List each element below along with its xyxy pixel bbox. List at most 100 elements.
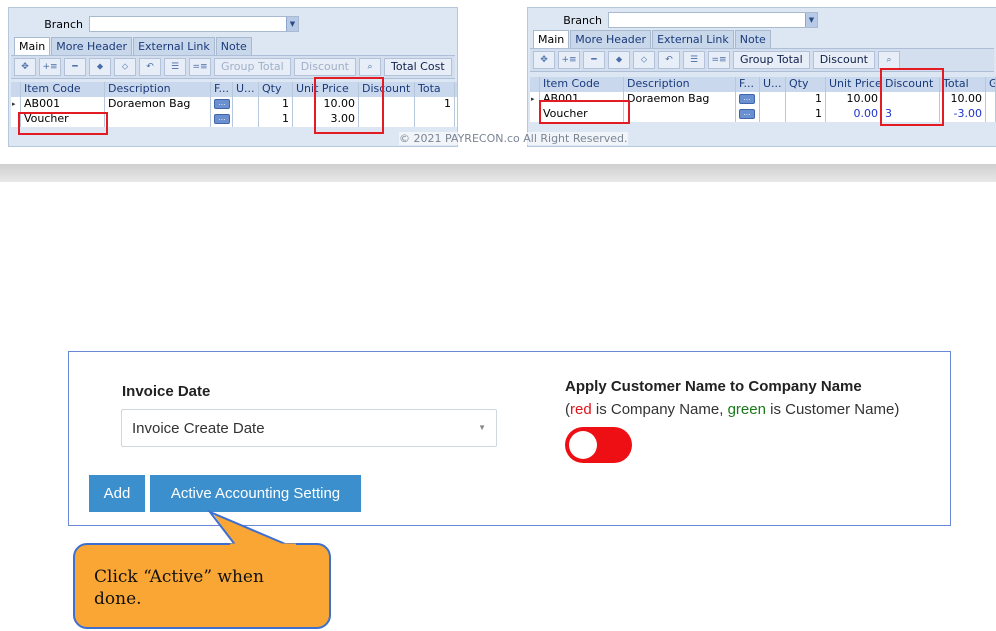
list-icon[interactable]: ☰ [164, 58, 186, 76]
cell-item-code[interactable]: AB001 [21, 97, 105, 112]
total-cost-button[interactable]: Total Cost [383, 58, 452, 76]
cell-f[interactable]: … [736, 92, 760, 107]
subtotal-icon[interactable]: =≡ [189, 58, 211, 76]
col-description[interactable]: Description [105, 82, 211, 97]
col-item-code[interactable]: Item Code [21, 82, 105, 97]
cell-total[interactable]: -3.00 [940, 107, 986, 122]
cell-u[interactable] [760, 107, 786, 122]
current-row-icon: ▸ [11, 97, 21, 112]
highlight-discount [880, 68, 944, 126]
accounting-settings-card: Invoice Date Invoice Create Date ▼ Apply… [68, 351, 951, 526]
move-up-icon[interactable]: ⬦ [633, 51, 655, 69]
insert-row-icon[interactable]: +≡ [39, 58, 61, 76]
cell-f[interactable]: … [211, 112, 233, 127]
cell-description[interactable] [624, 107, 736, 122]
cell-f[interactable]: … [736, 107, 760, 122]
cell-u[interactable] [233, 97, 259, 112]
toggle-knob [569, 431, 597, 459]
invoice-date-select[interactable]: Invoice Create Date ▼ [121, 409, 497, 447]
highlight-voucher-right [539, 100, 630, 124]
col-qty[interactable]: Qty [259, 82, 293, 97]
branch-select[interactable]: ▼ [608, 12, 818, 28]
branch-select[interactable]: ▼ [89, 16, 299, 32]
tab-more-header[interactable]: More Header [570, 30, 652, 48]
col-unit-price[interactable]: Unit Price [826, 77, 882, 92]
chevron-down-icon: ▼ [478, 423, 486, 432]
ellipsis-icon[interactable]: … [214, 114, 230, 124]
col-f[interactable]: F... [211, 82, 233, 97]
tab-external-link[interactable]: External Link [133, 37, 215, 55]
apply-customer-name-title: Apply Customer Name to Company Name [565, 378, 862, 395]
undo-icon[interactable]: ↶ [658, 51, 680, 69]
branch-label: Branch [44, 17, 83, 31]
list-icon[interactable]: ☰ [683, 51, 705, 69]
cell-qty[interactable]: 1 [259, 97, 293, 112]
invoice-date-label: Invoice Date [122, 383, 211, 400]
col-qty[interactable]: Qty [786, 77, 826, 92]
move-up-icon[interactable]: ⬦ [114, 58, 136, 76]
chevron-down-icon[interactable]: ▼ [286, 17, 298, 31]
cell-qty[interactable]: 1 [786, 107, 826, 122]
ellipsis-icon[interactable]: … [739, 94, 755, 104]
row-indicator-header [11, 82, 21, 97]
tab-external-link[interactable]: External Link [652, 30, 734, 48]
tab-main[interactable]: Main [14, 37, 51, 55]
cell-description[interactable]: Doraemon Bag [105, 97, 211, 112]
cell-total[interactable]: 10.00 [940, 92, 986, 107]
col-description[interactable]: Description [624, 77, 736, 92]
cell-qty[interactable]: 1 [786, 92, 826, 107]
ellipsis-icon[interactable]: … [214, 99, 230, 109]
cell-unit-price[interactable]: 0.00 [826, 107, 882, 122]
insert-row-icon[interactable]: +≡ [558, 51, 580, 69]
undo-icon[interactable]: ↶ [139, 58, 161, 76]
table-row[interactable]: ▸ AB001 Doraemon Bag … 1 10.00 1 [11, 97, 457, 112]
col-g[interactable]: G [986, 77, 996, 92]
apply-customer-name-toggle[interactable] [565, 427, 632, 463]
highlight-voucher-left [18, 112, 108, 135]
move-down-icon[interactable]: ⬥ [608, 51, 630, 69]
tab-more-header[interactable]: More Header [51, 37, 133, 55]
search-icon[interactable]: ⌕ [358, 58, 381, 76]
page-divider [0, 164, 996, 182]
invoice-date-value: Invoice Create Date [132, 420, 265, 437]
search-icon[interactable]: ⌕ [877, 51, 900, 69]
col-total[interactable]: Total [940, 77, 986, 92]
chevron-down-icon[interactable]: ▼ [805, 13, 817, 27]
callout-text: Click “Active” when done. [94, 567, 264, 609]
cell-u[interactable] [760, 92, 786, 107]
group-total-button[interactable]: Group Total [214, 58, 291, 76]
col-f[interactable]: F... [736, 77, 760, 92]
move-down-icon[interactable]: ⬥ [89, 58, 111, 76]
row-indicator-header [530, 77, 540, 92]
branch-row: Branch ▼ [528, 11, 818, 29]
cell-description[interactable]: Doraemon Bag [624, 92, 736, 107]
move-icon[interactable]: ✥ [533, 51, 555, 69]
delete-row-icon[interactable]: ━ [64, 58, 86, 76]
tab-main[interactable]: Main [533, 30, 570, 48]
col-item-code[interactable]: Item Code [540, 77, 624, 92]
add-button[interactable]: Add [89, 475, 145, 512]
cell-qty[interactable]: 1 [259, 112, 293, 127]
subtotal-icon[interactable]: =≡ [708, 51, 730, 69]
cell-total[interactable]: 1 [415, 97, 455, 112]
col-u[interactable]: U... [760, 77, 786, 92]
cell-g[interactable] [986, 107, 996, 122]
discount-button[interactable]: Discount [812, 51, 875, 69]
cell-u[interactable] [233, 112, 259, 127]
cell-g[interactable] [986, 92, 996, 107]
cell-total[interactable] [415, 112, 455, 127]
move-icon[interactable]: ✥ [14, 58, 36, 76]
ellipsis-icon[interactable]: … [739, 109, 755, 119]
col-total[interactable]: Tota [415, 82, 455, 97]
active-accounting-setting-button[interactable]: Active Accounting Setting [150, 475, 361, 512]
col-u[interactable]: U... [233, 82, 259, 97]
delete-row-icon[interactable]: ━ [583, 51, 605, 69]
cell-description[interactable] [105, 112, 211, 127]
discount-button[interactable]: Discount [293, 58, 356, 76]
cell-f[interactable]: … [211, 97, 233, 112]
cell-unit-price[interactable]: 10.00 [826, 92, 882, 107]
hint-end: is Customer Name) [765, 401, 900, 418]
tab-note[interactable]: Note [215, 37, 252, 55]
group-total-button[interactable]: Group Total [733, 51, 810, 69]
tab-note[interactable]: Note [734, 30, 771, 48]
